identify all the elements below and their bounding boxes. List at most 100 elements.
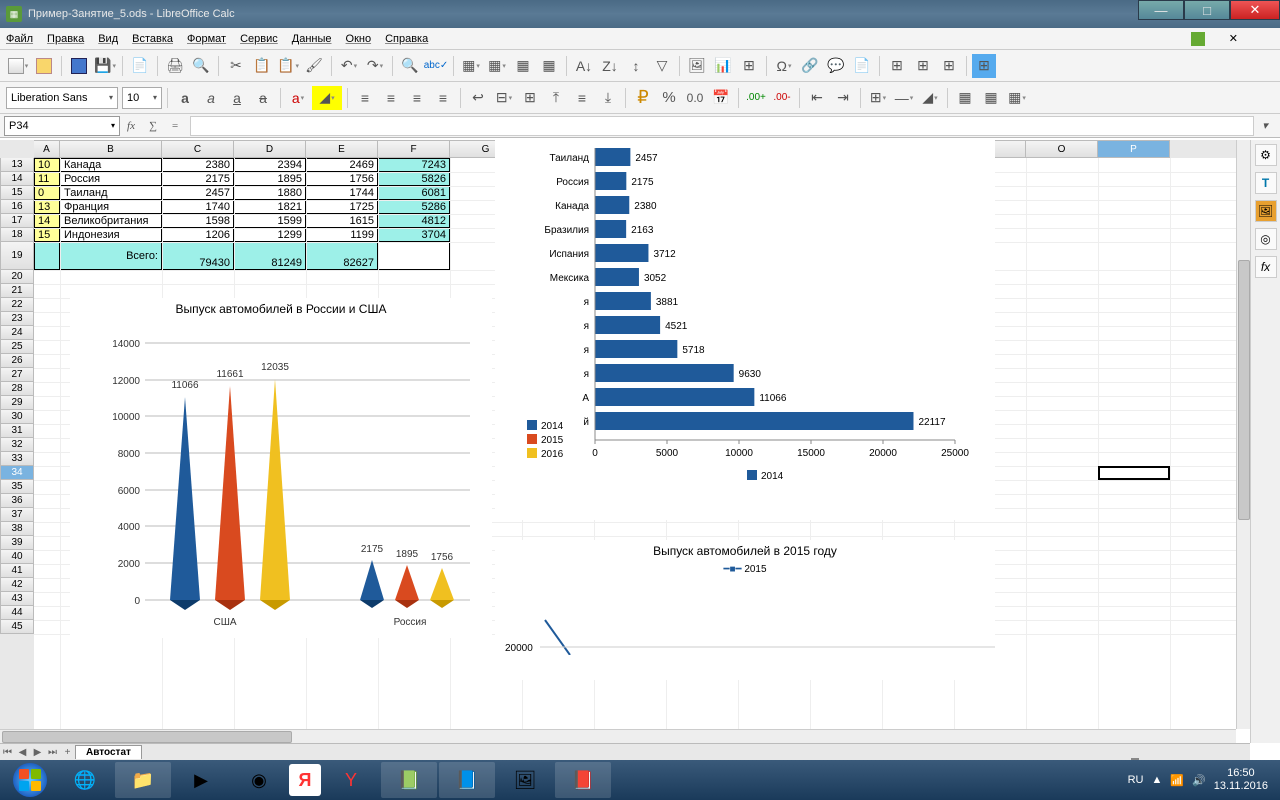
taskbar-pictures-icon[interactable]: 🖼 bbox=[497, 762, 553, 798]
doc-close-icon[interactable]: ✕ bbox=[1229, 32, 1238, 46]
function-wizard-button[interactable]: fx bbox=[120, 116, 142, 136]
row-header[interactable]: 44 bbox=[0, 606, 34, 620]
currency-button[interactable]: ₽ bbox=[631, 86, 655, 110]
dec-decimal-button[interactable]: .00- bbox=[770, 86, 794, 110]
cell[interactable]: 2380 bbox=[162, 158, 234, 172]
percent-button[interactable]: % bbox=[657, 86, 681, 110]
row-header[interactable]: 26 bbox=[0, 354, 34, 368]
format-paint-button[interactable]: 🖌 bbox=[302, 54, 326, 78]
col-button[interactable]: ▦ bbox=[485, 54, 509, 78]
header-button[interactable]: 📄 bbox=[850, 54, 874, 78]
close-button[interactable]: ✕ bbox=[1230, 0, 1280, 20]
row-header[interactable]: 35 bbox=[0, 480, 34, 494]
chart-line[interactable]: Выпуск автомобилей в 2015 году ━■━ 2015 … bbox=[495, 540, 995, 680]
row-header[interactable]: 42 bbox=[0, 578, 34, 592]
image-button[interactable]: 🖼 bbox=[685, 54, 709, 78]
row-header[interactable]: 28 bbox=[0, 382, 34, 396]
cell[interactable] bbox=[378, 242, 450, 270]
autofilter-button[interactable]: ▽ bbox=[650, 54, 674, 78]
strike-button[interactable]: a bbox=[251, 86, 275, 110]
pivot-button[interactable]: ⊞ bbox=[737, 54, 761, 78]
border-color-button[interactable]: ◢ bbox=[918, 86, 942, 110]
menu-window[interactable]: Окно bbox=[346, 33, 372, 45]
menu-help[interactable]: Справка bbox=[385, 33, 428, 45]
row-header[interactable]: 21 bbox=[0, 284, 34, 298]
cell[interactable]: Великобритания bbox=[60, 214, 162, 228]
row-header[interactable]: 20 bbox=[0, 270, 34, 284]
sort-asc-button[interactable]: A↓ bbox=[572, 54, 596, 78]
align-right-button[interactable]: ≡ bbox=[405, 86, 429, 110]
cell-reference-box[interactable]: P34 bbox=[4, 116, 120, 136]
del-row-button[interactable]: ▦ bbox=[511, 54, 535, 78]
row-header[interactable]: 32 bbox=[0, 438, 34, 452]
cell[interactable]: 1895 bbox=[234, 172, 306, 186]
inc-indent-button[interactable]: ⇥ bbox=[831, 86, 855, 110]
cell[interactable]: 11 bbox=[34, 172, 60, 186]
split-button[interactable]: ⊞ bbox=[911, 54, 935, 78]
window-button[interactable]: ⊞ bbox=[937, 54, 961, 78]
row-header[interactable]: 14 bbox=[0, 172, 34, 186]
row-header[interactable]: 13 bbox=[0, 158, 34, 172]
cell[interactable]: 1206 bbox=[162, 228, 234, 242]
row-header[interactable]: 23 bbox=[0, 312, 34, 326]
cell[interactable]: Канада bbox=[60, 158, 162, 172]
column-header-C[interactable]: C bbox=[162, 140, 234, 158]
cell[interactable]: 79430 bbox=[162, 242, 234, 270]
row-header[interactable]: 37 bbox=[0, 508, 34, 522]
system-tray[interactable]: RU ▲ 📶 🔊 16:5013.11.2016 bbox=[1128, 767, 1276, 793]
underline-button[interactable]: a bbox=[225, 86, 249, 110]
row-header[interactable]: 15 bbox=[0, 186, 34, 200]
tray-lang[interactable]: RU bbox=[1128, 774, 1144, 786]
horizontal-scrollbar[interactable] bbox=[0, 729, 1236, 743]
undo-button[interactable]: ↶ bbox=[337, 54, 361, 78]
inc-decimal-button[interactable]: .00+ bbox=[744, 86, 768, 110]
bold-button[interactable]: a bbox=[173, 86, 197, 110]
taskbar-yabrowser-icon[interactable]: Y bbox=[323, 762, 379, 798]
taskbar-chrome-icon[interactable]: ◉ bbox=[231, 762, 287, 798]
cell[interactable]: 2469 bbox=[306, 158, 378, 172]
tab-prev-button[interactable]: ◀ bbox=[15, 747, 30, 758]
align-justify-button[interactable]: ≡ bbox=[431, 86, 455, 110]
cell[interactable]: 1599 bbox=[234, 214, 306, 228]
valign-top-button[interactable]: ⤒ bbox=[544, 86, 568, 110]
sort-desc-button[interactable]: Z↓ bbox=[598, 54, 622, 78]
column-header-B[interactable]: B bbox=[60, 140, 162, 158]
maximize-button[interactable]: □ bbox=[1184, 0, 1230, 20]
row-header[interactable]: 39 bbox=[0, 536, 34, 550]
wrap-button[interactable]: ↩ bbox=[466, 86, 490, 110]
open-button[interactable] bbox=[32, 54, 56, 78]
cell[interactable]: 82627 bbox=[306, 242, 378, 270]
tab-add-button[interactable]: + bbox=[60, 747, 75, 758]
tray-volume-icon[interactable]: 🔊 bbox=[1192, 774, 1206, 787]
cell[interactable] bbox=[34, 242, 60, 270]
tray-clock[interactable]: 16:5013.11.2016 bbox=[1214, 767, 1268, 793]
taskbar-word-icon[interactable]: 📘 bbox=[439, 762, 495, 798]
chart-hbar[interactable]: Таиланд2457Россия2175Канада2380Бразилия2… bbox=[495, 140, 995, 520]
menu-tools[interactable]: Сервис bbox=[240, 33, 278, 45]
cell[interactable]: Франция bbox=[60, 200, 162, 214]
cell[interactable]: 1756 bbox=[306, 172, 378, 186]
cell[interactable]: 4812 bbox=[378, 214, 450, 228]
sidebar-styles-icon[interactable]: T bbox=[1255, 172, 1277, 194]
cell[interactable]: 1880 bbox=[234, 186, 306, 200]
row-header[interactable]: 31 bbox=[0, 424, 34, 438]
paste-button[interactable]: 📋 bbox=[276, 54, 300, 78]
font-name-combo[interactable]: Liberation Sans bbox=[6, 87, 118, 109]
formula-input[interactable] bbox=[190, 116, 1254, 136]
row-header[interactable]: 41 bbox=[0, 564, 34, 578]
sum-button[interactable]: ∑ bbox=[142, 116, 164, 136]
cell[interactable]: 15 bbox=[34, 228, 60, 242]
save-as-button[interactable]: 💾 bbox=[93, 54, 117, 78]
sidebar-navigator-icon[interactable]: ◎ bbox=[1255, 228, 1277, 250]
row-header[interactable]: 24 bbox=[0, 326, 34, 340]
cell[interactable]: Россия bbox=[60, 172, 162, 186]
cell[interactable]: 1725 bbox=[306, 200, 378, 214]
menu-insert[interactable]: Вставка bbox=[132, 33, 173, 45]
tab-first-button[interactable]: ⏮ bbox=[0, 747, 15, 758]
taskbar-explorer-icon[interactable]: 📁 bbox=[115, 762, 171, 798]
export-pdf-button[interactable]: 📄 bbox=[128, 54, 152, 78]
find-button[interactable]: 🔍 bbox=[398, 54, 422, 78]
number-button[interactable]: 0.0 bbox=[683, 86, 707, 110]
row-header[interactable]: 40 bbox=[0, 550, 34, 564]
taskbar-calc-icon[interactable]: 📗 bbox=[381, 762, 437, 798]
